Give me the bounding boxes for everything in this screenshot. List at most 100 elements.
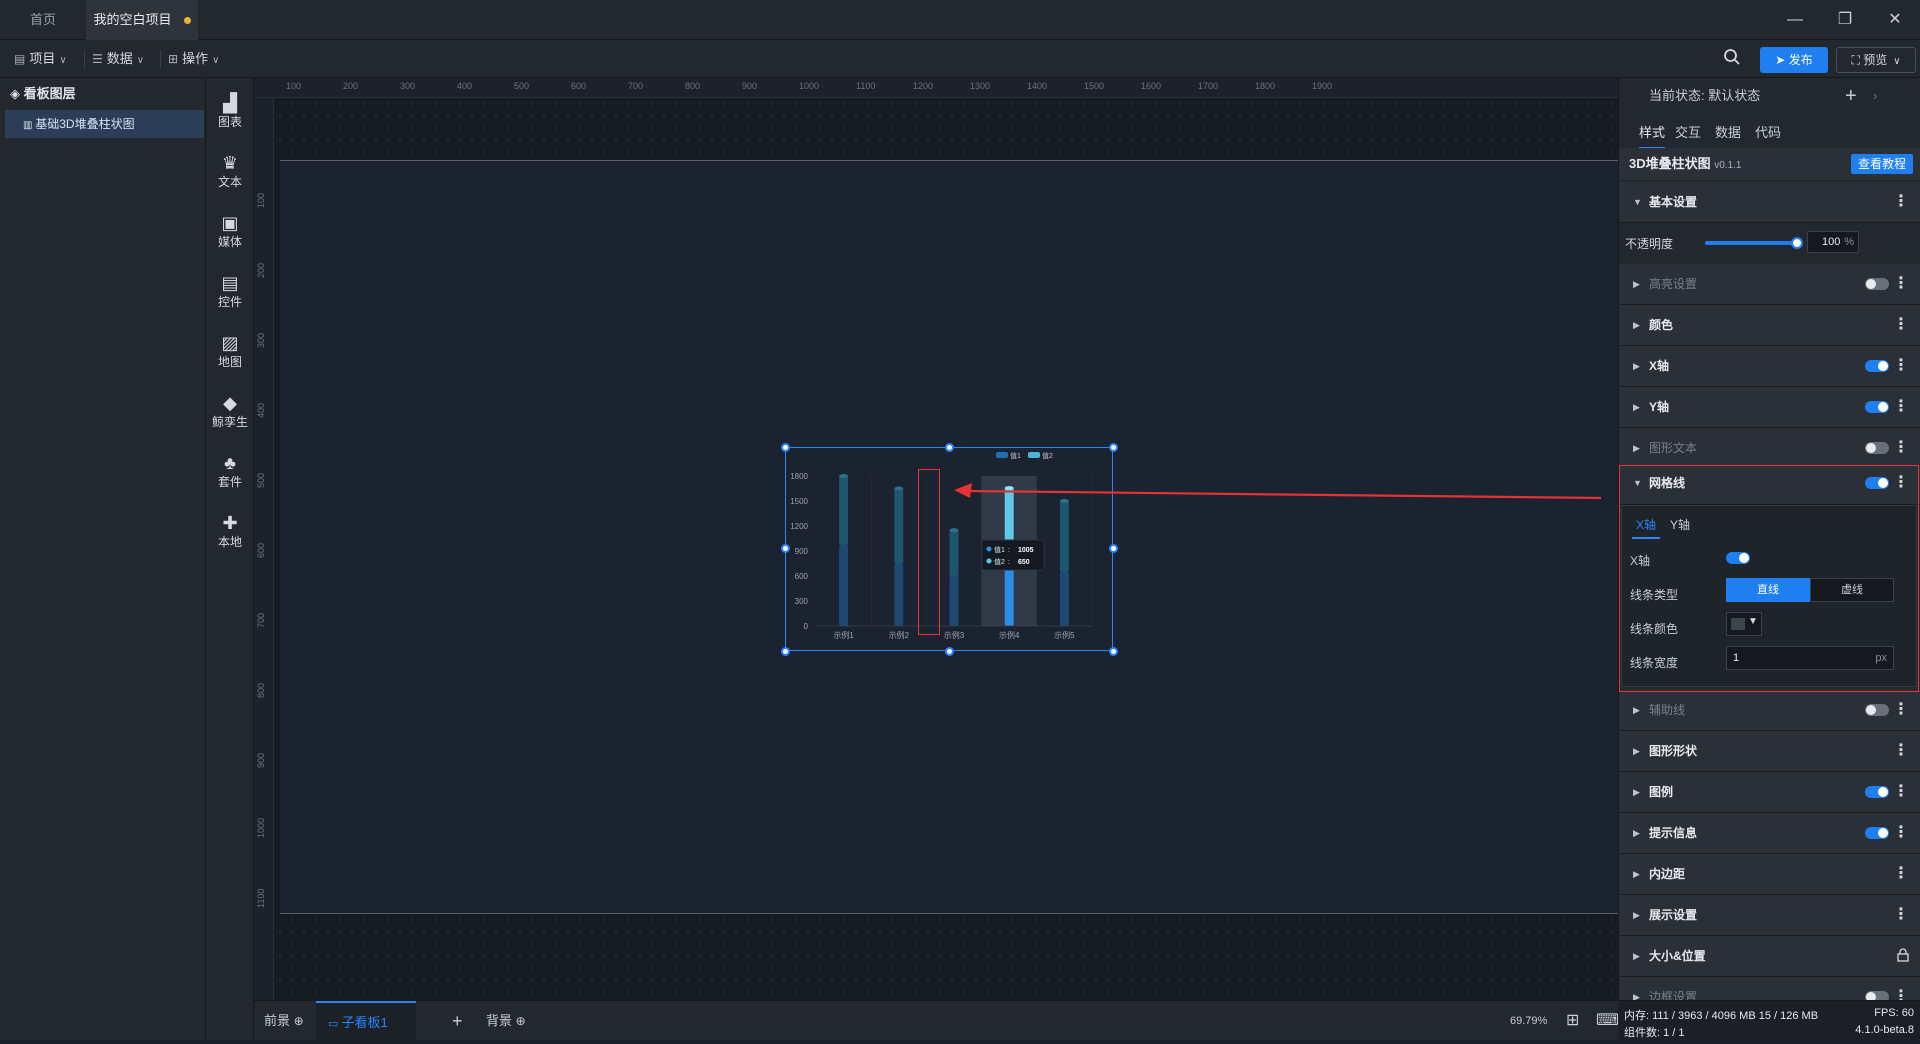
fit-screen-icon[interactable]: ⊞ bbox=[1566, 1001, 1579, 1041]
x-tick-label: 示例5 bbox=[1054, 630, 1075, 640]
background-label: 背景 bbox=[486, 1013, 513, 1028]
tooltip-colon: : bbox=[1008, 547, 1010, 554]
component-chart[interactable]: ▟ 图表 bbox=[206, 86, 254, 138]
section-toggle[interactable] bbox=[1865, 401, 1889, 413]
opacity-input[interactable]: 100% bbox=[1807, 231, 1859, 253]
component-control[interactable]: ▤ 控件 bbox=[206, 266, 254, 318]
menu-operation[interactable]: ⊞ 操作 ∨ bbox=[168, 40, 219, 78]
tab-style[interactable]: 样式 bbox=[1639, 122, 1666, 149]
more-icon[interactable]: ⋮ bbox=[1893, 182, 1909, 222]
foreground-tab[interactable]: 前景 ⊕ bbox=[264, 1001, 304, 1041]
resize-handle[interactable] bbox=[1109, 544, 1118, 553]
minimize-button[interactable]: — bbox=[1780, 8, 1810, 32]
resize-handle[interactable] bbox=[1109, 443, 1118, 452]
preview-button[interactable]: ⛶ 预览 ∨ bbox=[1836, 47, 1916, 73]
section-bottom-5[interactable]: ▶ 展示设置 ⋮ bbox=[1619, 895, 1920, 936]
more-icon[interactable]: ⋮ bbox=[1893, 428, 1909, 468]
section-basic[interactable]: ▼ 基本设置 ⋮ bbox=[1619, 182, 1920, 223]
component-twin[interactable]: ◆ 鲸孪生 bbox=[206, 386, 254, 438]
section-toggle[interactable] bbox=[1865, 442, 1889, 454]
resize-handle[interactable] bbox=[945, 647, 954, 656]
chevron-right-icon[interactable]: › bbox=[1873, 78, 1877, 114]
more-icon[interactable]: ⋮ bbox=[1893, 264, 1909, 304]
file-icon: ▤ bbox=[14, 52, 26, 66]
more-icon[interactable]: ⋮ bbox=[1893, 690, 1909, 730]
section-bottom-0[interactable]: ▶ 辅助线 ⋮ bbox=[1619, 690, 1920, 731]
more-icon[interactable]: ⋮ bbox=[1893, 854, 1909, 894]
y-tick-label: 1200 bbox=[790, 522, 808, 531]
background-tab[interactable]: 背景 ⊕ bbox=[486, 1001, 526, 1041]
legend-label: 值1 bbox=[1010, 451, 1021, 460]
opacity-slider-track[interactable] bbox=[1705, 237, 1803, 249]
section-top-0[interactable]: ▶ 高亮设置 ⋮ bbox=[1619, 264, 1920, 305]
tab-interaction[interactable]: 交互 bbox=[1675, 122, 1701, 141]
section-toggle[interactable] bbox=[1865, 704, 1889, 716]
tooltip-label: 值2 bbox=[994, 557, 1005, 566]
keyboard-icon[interactable]: ⌨ bbox=[1596, 1001, 1619, 1041]
component-local[interactable]: ✚ 本地 bbox=[206, 506, 254, 558]
section-top-2[interactable]: ▶ X轴 ⋮ bbox=[1619, 346, 1920, 387]
more-icon[interactable]: ⋮ bbox=[1893, 813, 1909, 853]
ruler-left: 100 200 300 400 500 600 700 800 900 1000 1100 bbox=[254, 98, 274, 1000]
resize-handle[interactable] bbox=[781, 544, 790, 553]
component-local-label: 本地 bbox=[217, 535, 242, 549]
chart-svg: 0 300 600 900 1200 1500 1800 示例1 示例2 示例3 示例4 示例5 值1 值… bbox=[790, 451, 1093, 640]
section-toggle[interactable] bbox=[1865, 360, 1889, 372]
annotation-arrow-icon bbox=[954, 483, 1602, 500]
section-toggle[interactable] bbox=[1865, 278, 1889, 290]
zoom-level[interactable]: 69.79% bbox=[1510, 1001, 1547, 1041]
resize-handle[interactable] bbox=[945, 443, 954, 452]
close-button[interactable]: ✕ bbox=[1880, 8, 1910, 32]
component-text[interactable]: ♛ 文本 bbox=[206, 146, 254, 198]
section-bottom-4[interactable]: ▶ 内边距 ⋮ bbox=[1619, 854, 1920, 895]
legend-label: 值2 bbox=[1042, 451, 1053, 460]
more-icon[interactable]: ⋮ bbox=[1893, 731, 1909, 771]
section-bottom-1[interactable]: ▶ 图形形状 ⋮ bbox=[1619, 731, 1920, 772]
resize-handle[interactable] bbox=[1109, 647, 1118, 656]
component-suite[interactable]: ♣ 套件 bbox=[206, 446, 254, 498]
tutorial-button[interactable]: 查看教程 bbox=[1850, 154, 1913, 174]
layer-item[interactable]: ▥ 基础3D堆叠柱状图 bbox=[5, 110, 204, 138]
menu-data[interactable]: ☰ 数据 ∨ bbox=[92, 40, 144, 78]
opacity-slider-thumb[interactable] bbox=[1791, 237, 1803, 249]
component-media[interactable]: ▣ 媒体 bbox=[206, 206, 254, 258]
restore-button[interactable]: ❐ bbox=[1830, 8, 1860, 32]
more-icon[interactable]: ⋮ bbox=[1893, 346, 1909, 386]
search-icon[interactable] bbox=[1720, 48, 1744, 72]
title-bar: 首页 我的空白项目 — ❐ ✕ bbox=[0, 0, 1920, 40]
section-top-1[interactable]: ▶ 颜色 ⋮ bbox=[1619, 305, 1920, 346]
component-map[interactable]: ▨ 地图 bbox=[206, 326, 254, 378]
section-bottom-3[interactable]: ▶ 提示信息 ⋮ bbox=[1619, 813, 1920, 854]
more-icon[interactable]: ⋮ bbox=[1893, 895, 1909, 935]
section-bottom-6[interactable]: ▶ 大小&位置 bbox=[1619, 936, 1920, 977]
chevron-down-icon: ∨ bbox=[136, 55, 145, 66]
more-icon[interactable]: ⋮ bbox=[1893, 387, 1909, 427]
resize-handle[interactable] bbox=[781, 647, 790, 656]
section-top-3[interactable]: ▶ Y轴 ⋮ bbox=[1619, 387, 1920, 428]
state-selector[interactable]: 当前状态: 默认状态 + › bbox=[1619, 78, 1920, 114]
tab-home[interactable]: 首页 bbox=[0, 0, 86, 40]
tab-code[interactable]: 代码 bbox=[1755, 122, 1781, 141]
more-icon[interactable]: ⋮ bbox=[1893, 772, 1909, 812]
child-board-tab[interactable]: ▭ 子看板1 bbox=[316, 1001, 416, 1041]
publish-button[interactable]: ➤ 发布 bbox=[1760, 47, 1828, 73]
resize-handle[interactable] bbox=[781, 443, 790, 452]
opacity-row: 不透明度 100% bbox=[1619, 223, 1920, 263]
add-board-button[interactable]: + bbox=[452, 1001, 463, 1041]
caret-right-icon: ▶ bbox=[1633, 746, 1640, 756]
section-toggle[interactable] bbox=[1865, 786, 1889, 798]
tab-project[interactable]: 我的空白项目 bbox=[86, 0, 198, 40]
app-version: 4.1.0-beta.8 bbox=[1855, 1024, 1914, 1036]
lock-icon[interactable] bbox=[1897, 948, 1909, 962]
component-text-label: 文本 bbox=[217, 175, 242, 189]
menu-project[interactable]: ▤ 项目 ∨ bbox=[14, 40, 67, 78]
add-state-icon[interactable]: + bbox=[1845, 78, 1857, 114]
section-label: 内边距 bbox=[1649, 867, 1686, 881]
layers-icon: ◈ bbox=[10, 86, 24, 101]
more-icon[interactable]: ⋮ bbox=[1893, 305, 1909, 345]
chart-widget[interactable]: 0 300 600 900 1200 1500 1800 示例1 示例2 示例3 示例4 示例5 值1 值… bbox=[785, 447, 1113, 651]
ruler-top-label: 1300 bbox=[970, 81, 991, 91]
section-toggle[interactable] bbox=[1865, 827, 1889, 839]
section-bottom-2[interactable]: ▶ 图例 ⋮ bbox=[1619, 772, 1920, 813]
tab-data[interactable]: 数据 bbox=[1715, 122, 1741, 141]
